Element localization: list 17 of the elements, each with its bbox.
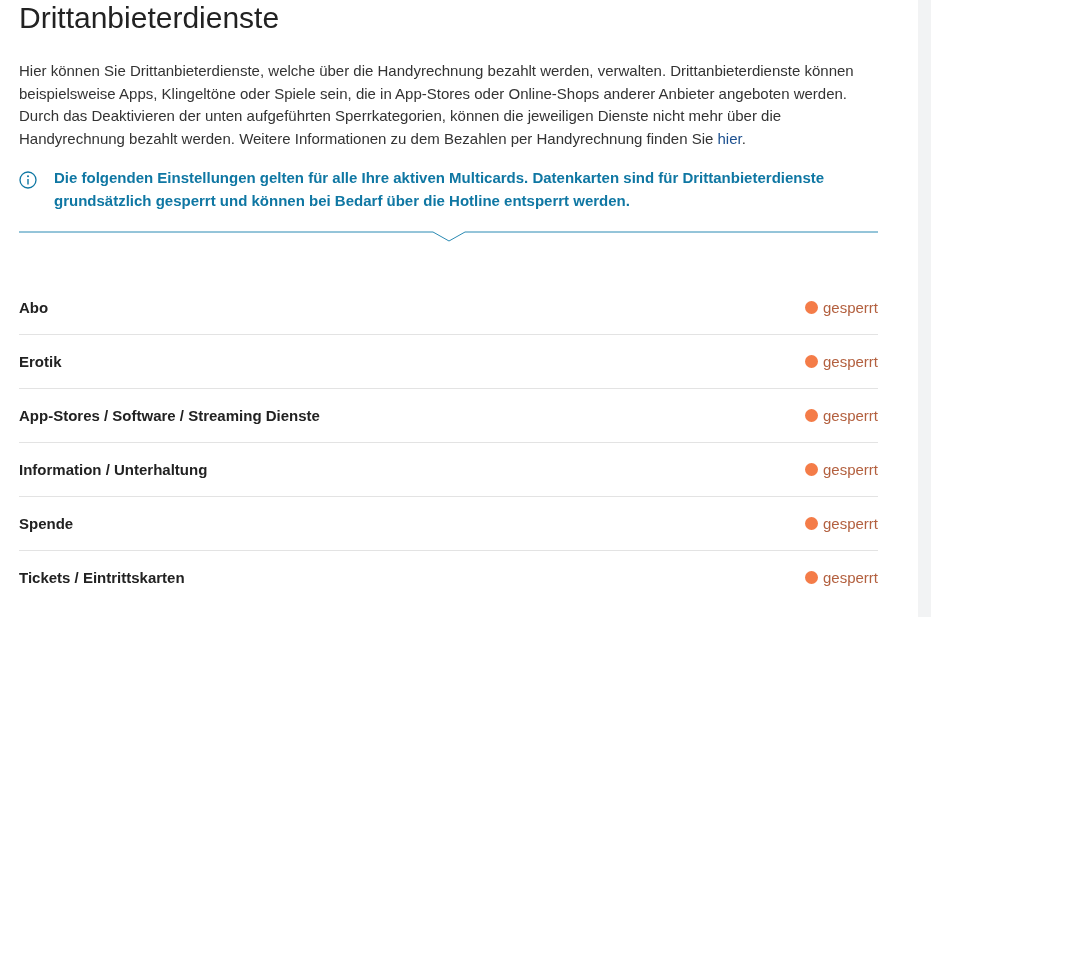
status-label: gesperrt: [822, 515, 878, 533]
category-name: Information / Unterhaltung: [19, 461, 208, 479]
status-label: gesperrt: [822, 353, 878, 371]
page-title: Drittanbieterdienste: [19, 0, 281, 36]
category-name: Erotik: [19, 353, 62, 371]
category-name: Tickets / Eintrittskarten: [19, 569, 185, 587]
status-label: gesperrt: [822, 569, 878, 587]
category-name: App-Stores / Software / Streaming Dienste: [19, 407, 320, 425]
intro-paragraph: Hier können Sie Drittanbieterdienste, welche über die Handyrechnung bezahlt werden, verwalten. Drittanbieterdienste können beispielsweise Apps, Klingeltöne oder Spiele sein, die in App-Stores oder Online-Shops anderer Anbieter angeboten werden. Durch das Deaktivieren der unten aufgeführten Sperrkategorien, können die jeweiligen Dienste nicht mehr über die Handyrechnung bezahlt werden. Weitere Informationen zu dem Bezahlen per Handyrechnung finden Sie hier.: [19, 61, 855, 149]
info-icon: [19, 171, 37, 190]
info-link[interactable]: hier: [717, 129, 742, 147]
category-name: Abo: [19, 299, 49, 317]
notice-text: Die folgenden Einstellungen gelten für alle Ihre aktiven Multicards. Datenkarten sind für Drittanbieterdienste grundsätzlich gesperrt und können bei Bedarf über die Hotline entsperrt werden.: [54, 168, 826, 212]
category-name: Spende: [19, 515, 74, 533]
status-label: gesperrt: [822, 461, 878, 479]
status-label: gesperrt: [822, 407, 878, 425]
status-label: gesperrt: [822, 299, 878, 317]
